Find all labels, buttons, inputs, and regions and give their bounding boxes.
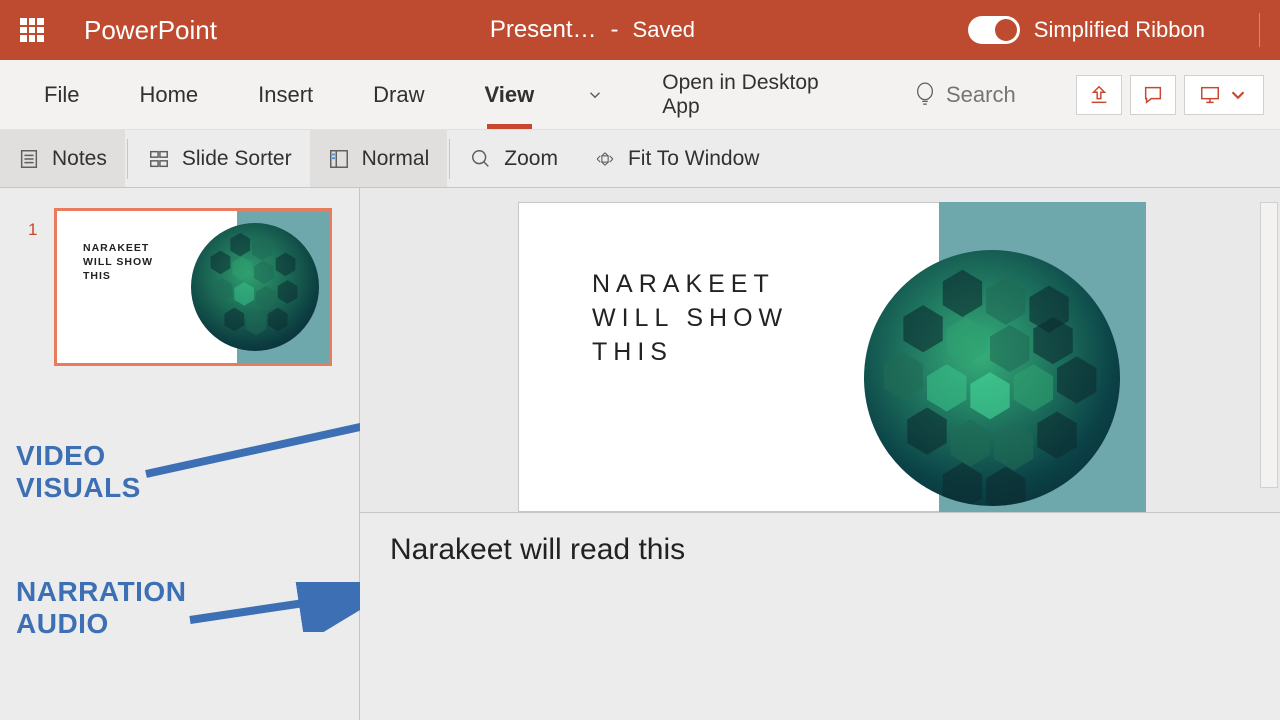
workspace: 1 NARAKEET WILL SHOW THIS VIDEOVISUALS N…: [0, 188, 1280, 720]
dash: -: [611, 16, 619, 44]
slide-sorter-label: Slide Sorter: [182, 147, 292, 171]
fit-window-label: Fit To Window: [628, 147, 760, 171]
share-icon: [1088, 84, 1110, 106]
notes-icon: [18, 148, 40, 170]
simplified-ribbon-label: Simplified Ribbon: [1034, 17, 1205, 43]
annotation-narration-audio: NARRATIONAUDIO: [16, 576, 186, 640]
slide-title-text[interactable]: NARAKEET WILL SHOW THIS: [592, 268, 788, 369]
toolbar-separator: [449, 139, 450, 179]
open-in-desktop-button[interactable]: Open in Desktop App: [644, 60, 874, 129]
thumbnail-pane: 1 NARAKEET WILL SHOW THIS VIDEOVISUALS N…: [0, 188, 360, 720]
notes-view-label: Notes: [52, 147, 107, 171]
normal-view-button[interactable]: Normal: [310, 130, 448, 187]
app-name: PowerPoint: [84, 15, 217, 46]
tab-view[interactable]: View: [467, 60, 553, 129]
ribbon-tabs: File Home Insert Draw View Open in Deskt…: [0, 60, 1280, 130]
toolbar-separator: [127, 139, 128, 179]
scrollbar[interactable]: [1260, 202, 1278, 488]
normal-view-icon: [328, 148, 350, 170]
fit-to-window-button[interactable]: Fit To Window: [576, 130, 778, 187]
document-name[interactable]: Present…: [490, 16, 597, 44]
present-button[interactable]: [1184, 75, 1264, 115]
lightbulb-icon: [914, 81, 936, 109]
tab-home[interactable]: Home: [121, 60, 216, 129]
slide-sorter-icon: [148, 148, 170, 170]
search-input[interactable]: [946, 82, 1076, 108]
chevron-down-icon: [586, 86, 604, 104]
annotation-video-visuals: VIDEOVISUALS: [16, 440, 141, 504]
zoom-button[interactable]: Zoom: [452, 130, 576, 187]
simplified-ribbon-toggle[interactable]: [968, 16, 1020, 44]
thumb-text: NARAKEET WILL SHOW THIS: [83, 241, 153, 284]
notes-area[interactable]: Narakeet will read this: [360, 512, 1280, 720]
hex-sphere-graphic: [191, 223, 319, 351]
normal-view-label: Normal: [362, 147, 430, 171]
slide-number: 1: [28, 220, 37, 240]
tab-file[interactable]: File: [26, 60, 97, 129]
slide-sorter-button[interactable]: Slide Sorter: [130, 130, 310, 187]
chevron-down-icon: [1227, 84, 1249, 106]
share-button[interactable]: [1076, 75, 1122, 115]
titlebar-separator: [1259, 13, 1260, 47]
slide[interactable]: NARAKEET WILL SHOW THIS: [518, 202, 1146, 512]
editor-pane: NARAKEET WILL SHOW THIS Narakeet will re…: [360, 188, 1280, 720]
present-icon: [1199, 84, 1221, 106]
hex-sphere-graphic: [864, 250, 1120, 506]
comment-icon: [1142, 84, 1164, 106]
tab-insert[interactable]: Insert: [240, 60, 331, 129]
app-launcher-icon[interactable]: [20, 18, 44, 42]
slide-thumbnail[interactable]: NARAKEET WILL SHOW THIS: [54, 208, 332, 366]
saved-status: Saved: [633, 17, 695, 43]
fit-window-icon: [594, 148, 616, 170]
search-box[interactable]: [914, 81, 1076, 109]
view-toolbar: Notes Slide Sorter Normal Zoom Fit To Wi…: [0, 130, 1280, 188]
tab-draw[interactable]: Draw: [355, 60, 442, 129]
zoom-label: Zoom: [504, 147, 558, 171]
slide-canvas: NARAKEET WILL SHOW THIS: [360, 188, 1280, 512]
titlebar: PowerPoint Present… - Saved Simplified R…: [0, 0, 1280, 60]
notes-view-button[interactable]: Notes: [0, 130, 125, 187]
notes-text[interactable]: Narakeet will read this: [390, 533, 685, 566]
comments-button[interactable]: [1130, 75, 1176, 115]
tab-overflow[interactable]: [576, 60, 614, 129]
zoom-icon: [470, 148, 492, 170]
